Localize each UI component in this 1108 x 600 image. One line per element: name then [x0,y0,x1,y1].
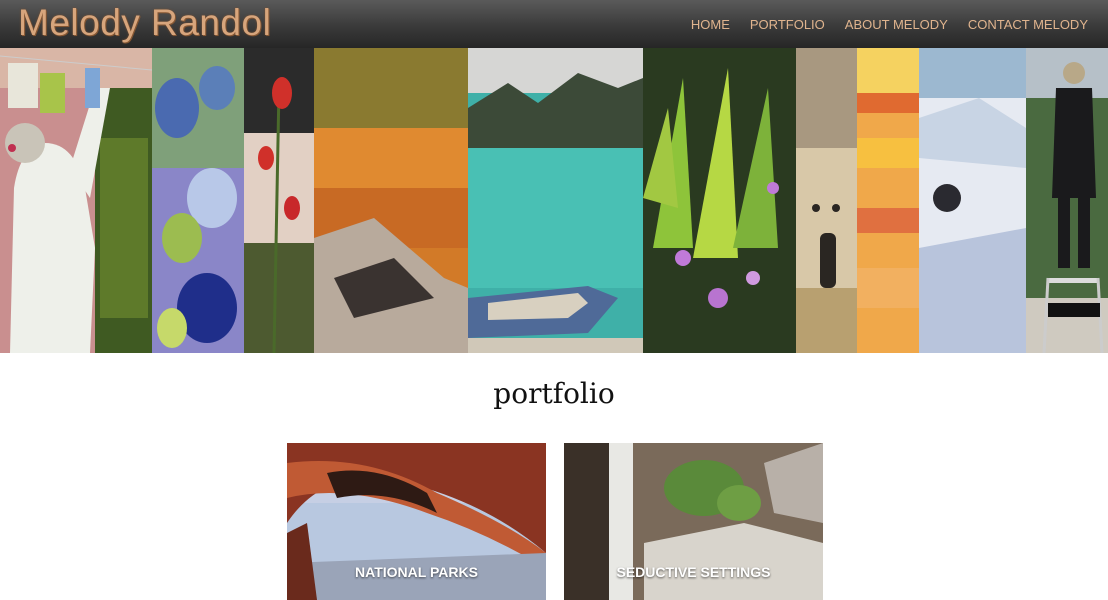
banner-panel-sunset [857,48,919,353]
banner-panel-canyon [314,48,468,353]
site-header: Melody Randol HOME PORTFOLIO ABOUT MELOD… [0,0,1108,48]
banner-panel-artist-stool [1026,48,1108,353]
banner-panel-snow [919,48,1026,353]
nav-home[interactable]: HOME [691,17,730,32]
hero-banner [0,48,1108,353]
portfolio-card-seductive-settings[interactable]: SEDUCTIVE SETTINGS [564,443,823,600]
banner-panel-cliff [796,48,857,353]
banner-panel-lake-boats [468,48,643,353]
main-nav: HOME PORTFOLIO ABOUT MELODY CONTACT MELO… [691,0,1108,48]
card-label-seductive-settings: SEDUCTIVE SETTINGS [616,564,771,580]
banner-panel-grass-flowers [643,48,796,353]
banner-panel-artist-hanging [0,48,152,353]
nav-portfolio[interactable]: PORTFOLIO [750,17,825,32]
nav-contact[interactable]: CONTACT MELODY [968,17,1088,32]
site-logo[interactable]: Melody Randol [18,2,271,44]
portfolio-card-national-parks[interactable]: NATIONAL PARKS [287,443,546,600]
card-label-national-parks: NATIONAL PARKS [355,564,478,580]
nav-about[interactable]: ABOUT MELODY [845,17,948,32]
banner-panel-leaves [152,48,244,353]
banner-panel-red-flowers [244,48,314,353]
page-title: portfolio [493,377,615,410]
